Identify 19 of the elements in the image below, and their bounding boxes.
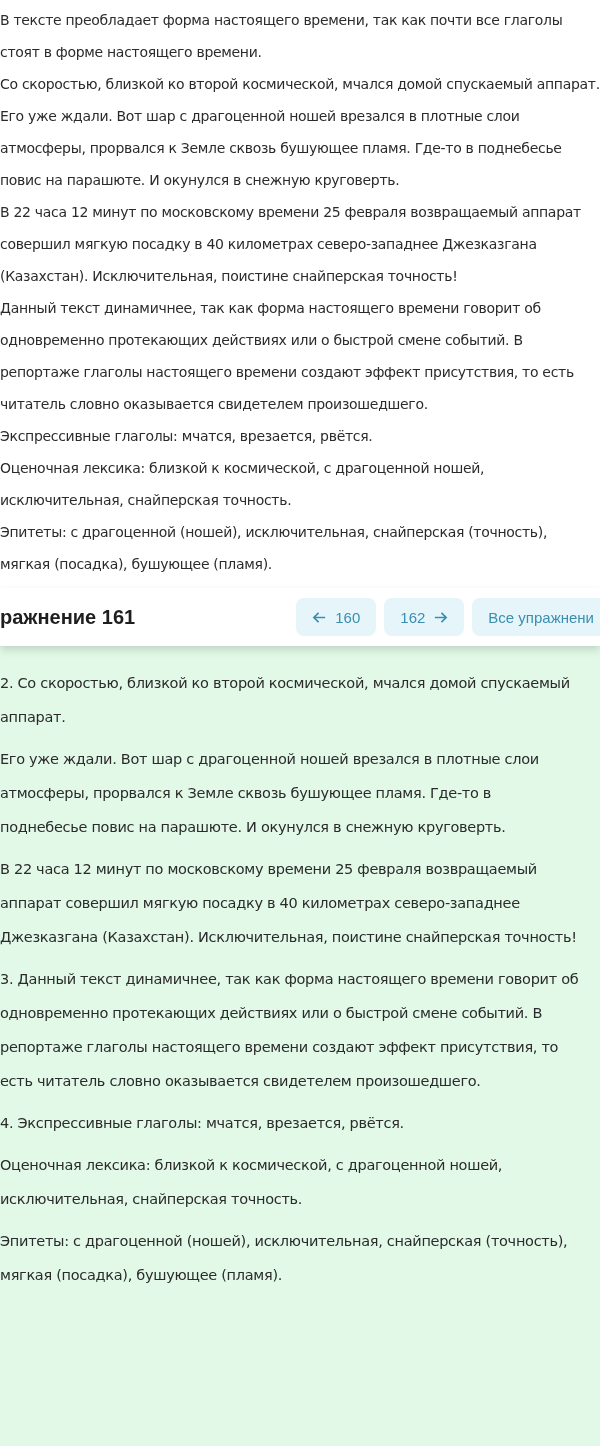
answer-paragraph: Данный текст динамичнее, так как форма настоящего времени говорит об одновременно протекающих действиях или о быстрой смене событий. В репортаже глаголы настоящего времени создают эффект присутствия, то есть читатель словно оказывается свидетелем произошедшего. <box>0 299 575 414</box>
answer-paragraph: В тексте преобладает форма настоящего времени, так как почти все глаголы стоят в форме настоящего времени. <box>0 11 564 62</box>
answer-paragraph: Эпитеты: с драгоценной (ношей), исключительная, снайперская (точность), мягкая (посадка), бушующее (пламя). <box>0 1232 569 1285</box>
answer-paragraph: 4. Экспрессивные глаголы: мчатся, врезается, рвётся. <box>0 1114 405 1133</box>
all-exercises-button[interactable]: Все упражнени <box>472 598 600 636</box>
answer-paragraph: В 22 часа 12 минут по московскому времени 25 февраля возвращаемый аппарат совершил мягкую посадку в 40 километрах северо-западнее Джезказгана (Казахстан). Исключительная, поистине снайперская точность! <box>0 203 582 286</box>
exercise-title: ражнение 161 <box>0 605 136 629</box>
previous-exercise-button[interactable]: 160 <box>296 598 377 636</box>
answer-paragraph: Его уже ждали. Вот шар с драгоценной ношей врезался в плотные слои атмосферы, прорвался к Земле сквозь бушующее пламя. Где-то в поднебесье повис на парашюте. И окунулся в снежную круговерть. <box>0 750 540 837</box>
answer-paragraph: Оценочная лексика: близкой к космической, с драгоценной ношей, исключительная, снайперская точность. <box>0 1156 504 1209</box>
answer-paragraph: Со скоростью, близкой ко второй космической, мчался домой спускаемый аппарат. <box>0 75 600 94</box>
answer-paragraph: 3. Данный текст динамичнее, так как форма настоящего времени говорит об одновременно протекающих действиях или о быстрой смене событий. В репортаже глаголы настоящего времени создают эффект присутствия, то есть читатель словно оказывается свидетелем произошедшего. <box>0 970 580 1091</box>
answer-paragraph: В 22 часа 12 минут по московскому времени 25 февраля возвращаемый аппарат совершил мягкую посадку в 40 километрах северо-западнее Джезказгана (Казахстан). Исключительная, поистине снайперская точность! <box>0 860 578 947</box>
answer-paragraph: Его уже ждали. Вот шар с драгоценной ношей врезался в плотные слои атмосферы, прорвался к Земле сквозь бушующее пламя. Где-то в поднебесье повис на парашюте. И окунулся в снежную круговерть. <box>0 107 563 190</box>
next-exercise-button[interactable]: 162 <box>384 598 465 636</box>
answer-paragraph: Экспрессивные глаголы: мчатся, врезается, рвётся. <box>0 427 374 446</box>
answer-paragraph: Оценочная лексика: близкой к космической, с драгоценной ношей, исключительная, снайперская точность. <box>0 459 486 510</box>
answer-paragraph: 2. Со скоростью, близкой ко второй космической, мчался домой спускаемый аппарат. <box>0 674 571 727</box>
answer-paragraph: Эпитеты: с драгоценной (ношей), исключительная, снайперская (точность), мягкая (посадка), бушующее (пламя). <box>0 523 549 574</box>
